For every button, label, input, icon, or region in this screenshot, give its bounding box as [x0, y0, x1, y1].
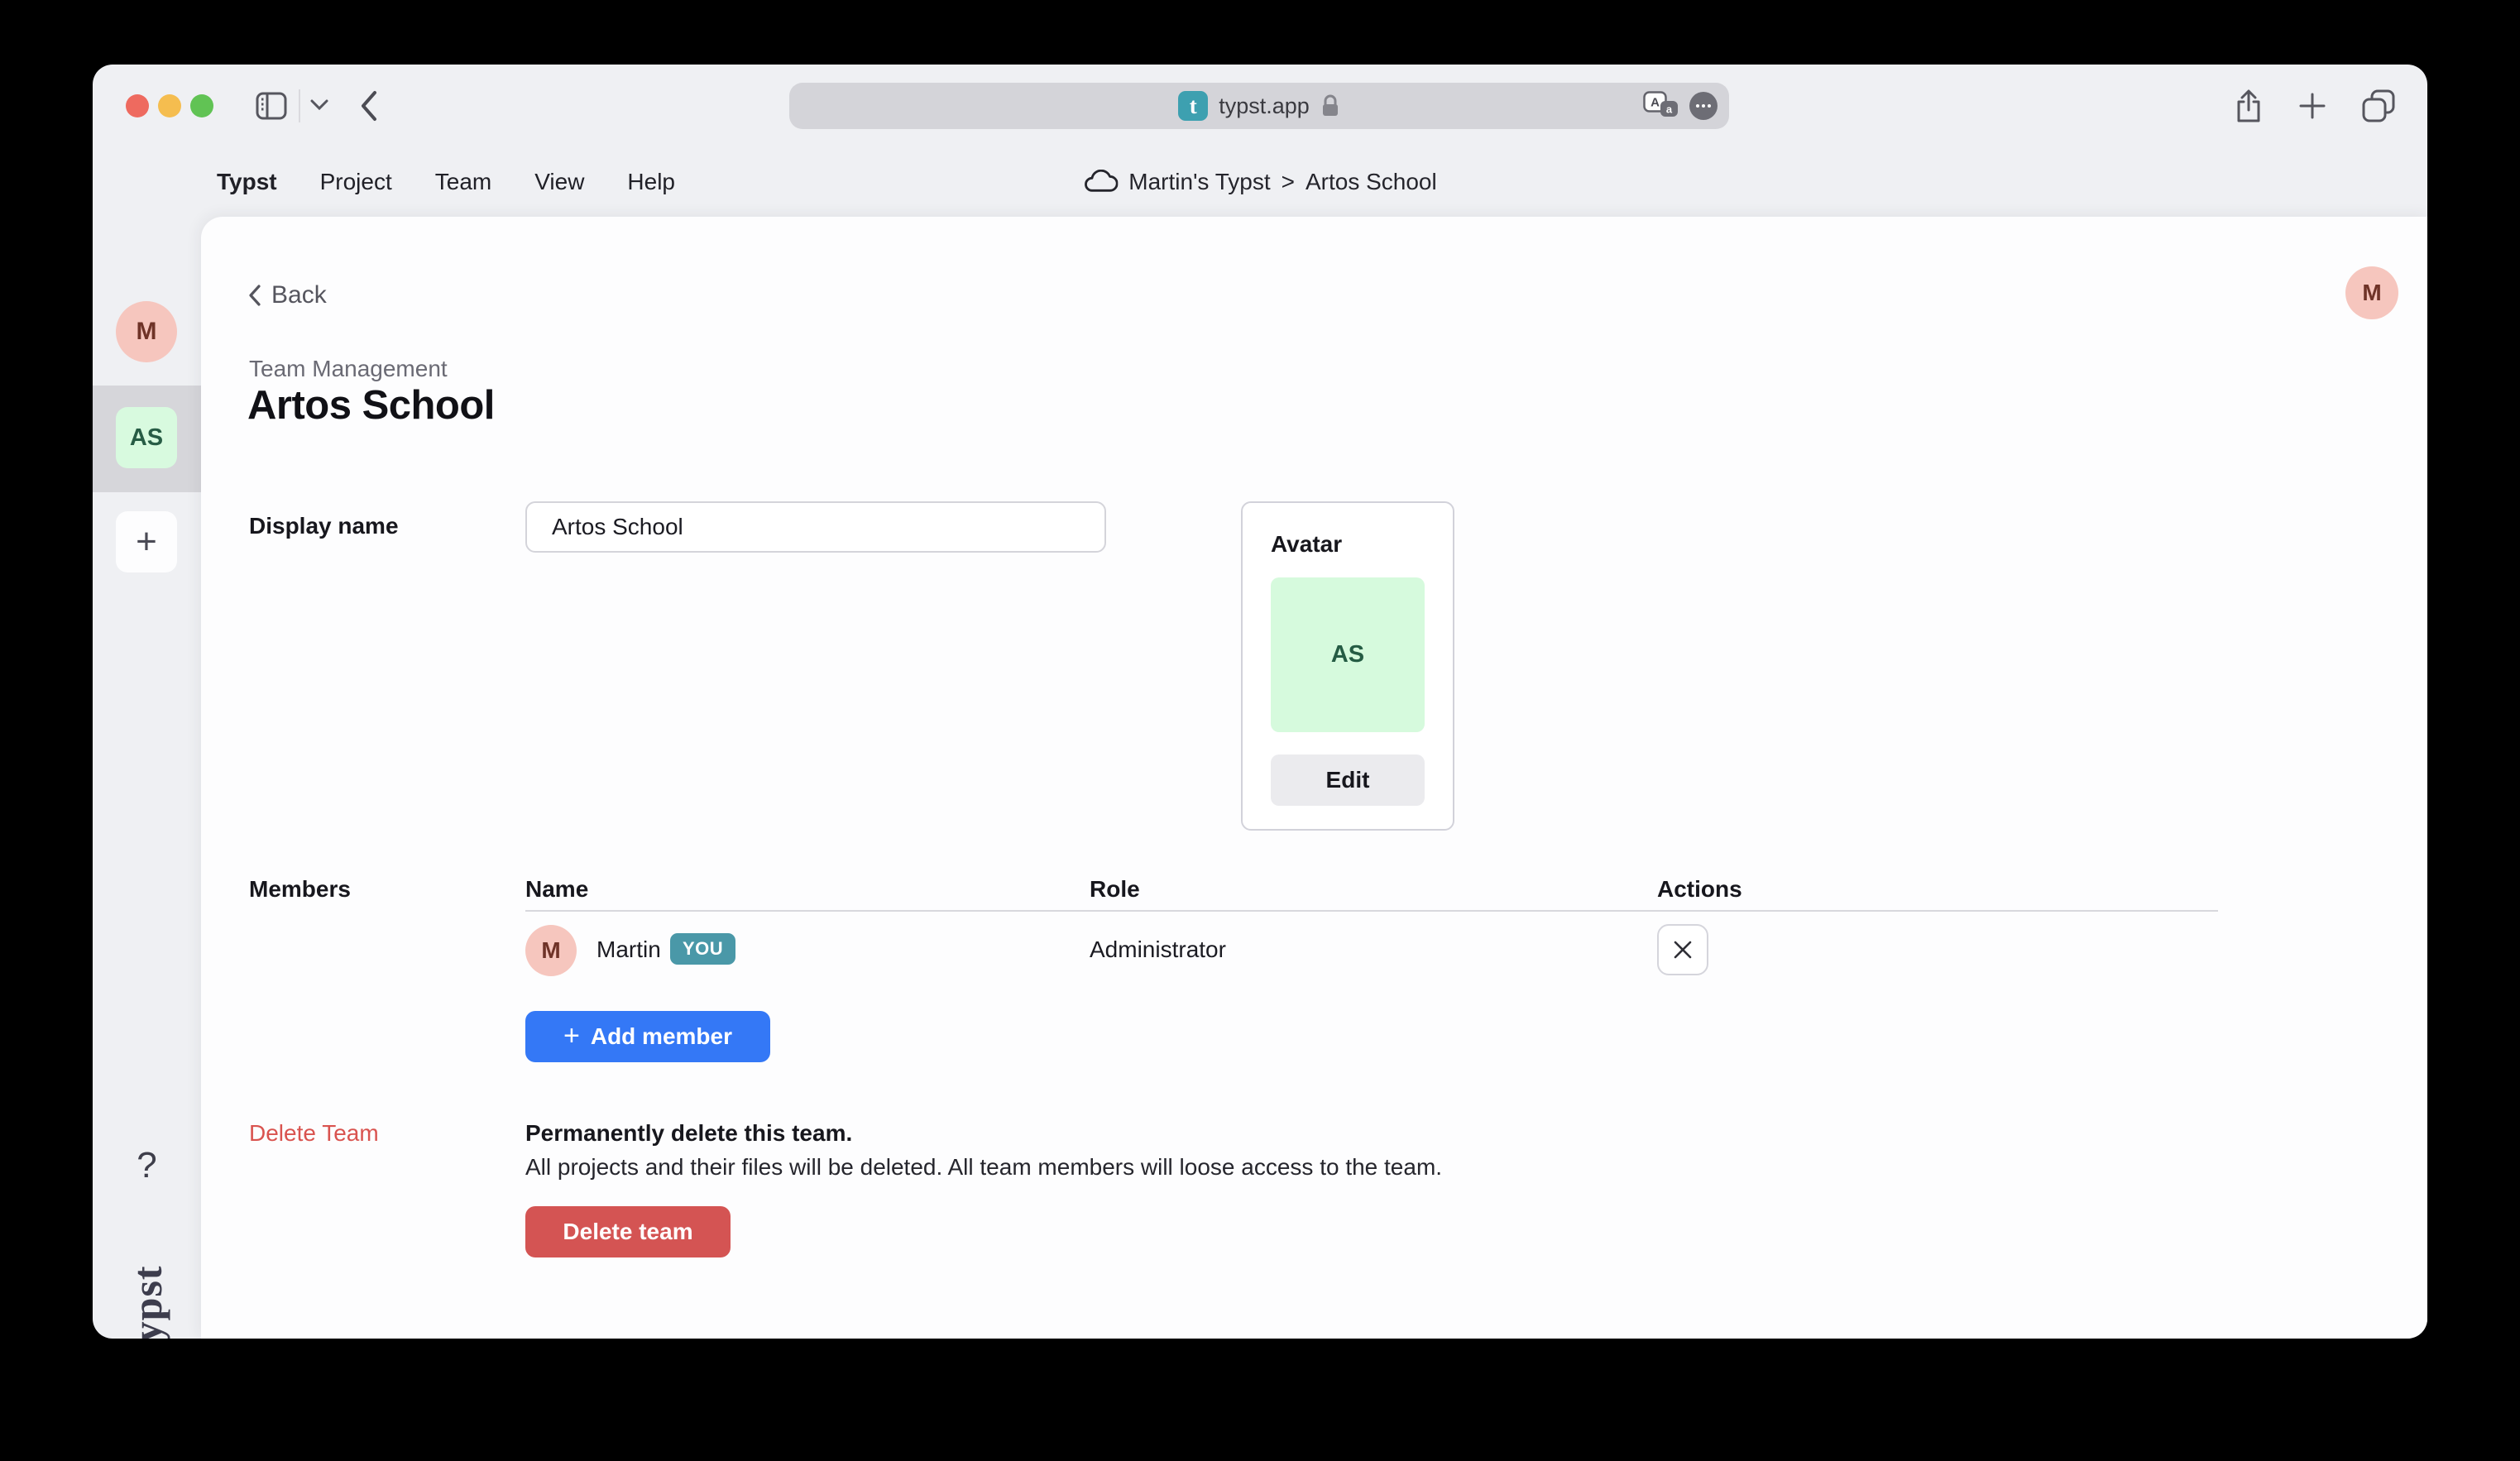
- you-badge: YOU: [670, 933, 735, 965]
- cloud-icon: [1083, 170, 1118, 194]
- member-name: Martin: [596, 936, 661, 963]
- site-favicon: t: [1178, 91, 1208, 121]
- app-menu-bar: Typst Project Team View Help Martin's Ty…: [93, 147, 2427, 217]
- browser-window: t typst.app A a: [93, 65, 2427, 1339]
- typst-logo: typst: [104, 1249, 190, 1339]
- app-content: M AS + ? typst Back M Team Management Ar…: [93, 217, 2427, 1339]
- section-eyebrow: Team Management: [249, 356, 448, 382]
- back-link[interactable]: Back: [247, 281, 327, 309]
- display-name-label: Display name: [249, 513, 399, 539]
- column-header-role: Role: [1090, 876, 1140, 903]
- menu-project[interactable]: Project: [320, 169, 392, 195]
- breadcrumb-page[interactable]: Artos School: [1306, 169, 1437, 195]
- lock-icon: [1320, 93, 1340, 118]
- avatar-card-title: Avatar: [1271, 531, 1425, 558]
- address-bar[interactable]: t typst.app A a: [789, 83, 1729, 129]
- team-management-panel: Back M Team Management Artos School Disp…: [201, 217, 2427, 1339]
- app-menus: Typst Project Team View Help: [217, 169, 675, 195]
- svg-text:A: A: [1650, 96, 1660, 110]
- member-avatar: M: [525, 925, 577, 976]
- member-role: Administrator: [1090, 936, 1226, 963]
- help-button[interactable]: ?: [93, 1145, 201, 1186]
- remove-member-button[interactable]: [1657, 924, 1708, 975]
- address-bar-actions: A a: [1643, 91, 1718, 121]
- workspace-sidebar: M AS + ? typst: [93, 217, 201, 1339]
- edit-avatar-button[interactable]: Edit: [1271, 754, 1425, 806]
- menu-view[interactable]: View: [534, 169, 584, 195]
- zoom-window-button[interactable]: [190, 94, 213, 117]
- breadcrumb: Martin's Typst > Artos School: [1083, 169, 1436, 195]
- sidebar-toggle-icon[interactable]: [256, 91, 287, 121]
- minimize-window-button[interactable]: [158, 94, 181, 117]
- sidebar-user-avatar[interactable]: M: [116, 301, 177, 362]
- add-member-button[interactable]: + Add member: [525, 1011, 770, 1062]
- table-header-divider: [525, 910, 2218, 912]
- address-bar-content: t typst.app: [1178, 91, 1340, 121]
- display-name-input[interactable]: [525, 501, 1106, 553]
- breadcrumb-project[interactable]: Martin's Typst: [1128, 169, 1270, 195]
- toolbar-divider: [299, 89, 300, 122]
- translate-icon[interactable]: A a: [1643, 91, 1679, 121]
- close-icon: [1671, 938, 1694, 961]
- team-avatar-preview: AS: [1271, 577, 1425, 732]
- share-icon[interactable]: [2234, 88, 2264, 124]
- menu-help[interactable]: Help: [627, 169, 675, 195]
- sidebar-add-team-button[interactable]: +: [116, 511, 177, 572]
- chevron-down-icon[interactable]: [310, 99, 328, 111]
- close-window-button[interactable]: [126, 94, 149, 117]
- back-label: Back: [271, 281, 327, 309]
- members-label: Members: [249, 876, 351, 903]
- page-title: Artos School: [247, 382, 495, 429]
- delete-team-button[interactable]: Delete team: [525, 1206, 731, 1257]
- tab-overview-icon[interactable]: [2361, 89, 2396, 123]
- breadcrumb-separator: >: [1282, 169, 1295, 195]
- new-tab-icon[interactable]: [2298, 92, 2326, 120]
- plus-icon: +: [563, 1022, 580, 1050]
- menu-team[interactable]: Team: [435, 169, 491, 195]
- browser-back-icon[interactable]: [359, 89, 379, 122]
- chevron-left-icon: [247, 284, 261, 307]
- toolbar-right-actions: [2234, 88, 2396, 124]
- account-avatar[interactable]: M: [2345, 266, 2398, 319]
- avatar-card: Avatar AS Edit: [1241, 501, 1454, 831]
- delete-team-warning-description: All projects and their files will be del…: [525, 1154, 1442, 1181]
- extensions-more-icon[interactable]: [1689, 92, 1718, 120]
- browser-toolbar: t typst.app A a: [93, 65, 2427, 147]
- menu-typst[interactable]: Typst: [217, 169, 277, 195]
- delete-team-label: Delete Team: [249, 1120, 379, 1147]
- column-header-actions: Actions: [1657, 876, 1742, 903]
- delete-team-warning-title: Permanently delete this team.: [525, 1120, 852, 1147]
- column-header-name: Name: [525, 876, 588, 903]
- svg-text:a: a: [1666, 103, 1673, 116]
- url-text: typst.app: [1219, 93, 1310, 119]
- window-controls: [126, 94, 213, 117]
- sidebar-team-avatar-selected[interactable]: AS: [116, 407, 177, 468]
- add-member-label: Add member: [591, 1023, 732, 1050]
